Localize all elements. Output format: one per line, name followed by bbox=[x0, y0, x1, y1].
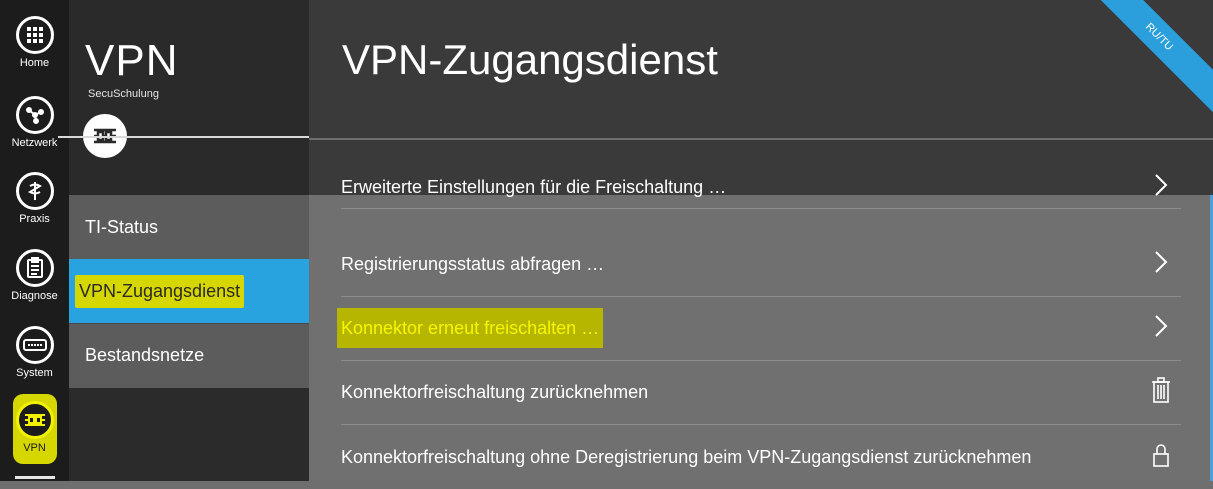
rail-item-diagnose[interactable]: Diagnose bbox=[0, 249, 69, 302]
rail-label: Home bbox=[19, 57, 50, 69]
vpn-icon bbox=[15, 401, 54, 439]
page-title: VPN-Zugangsdienst bbox=[342, 36, 718, 83]
list-item-label: Konnektor erneut freischalten … bbox=[337, 308, 604, 348]
rail-label: VPN bbox=[23, 442, 46, 454]
network-icon bbox=[15, 96, 54, 134]
main-rail: Home Netzwerk Praxis Diagnose System VPN bbox=[0, 0, 69, 481]
rail-item-netzwerk[interactable]: Netzwerk bbox=[0, 96, 69, 149]
section-subtitle: SecuSchulung bbox=[88, 88, 159, 100]
list-item-label: Erweiterte Einstellungen für die Freisch… bbox=[341, 177, 727, 197]
rail-item-home[interactable]: Home bbox=[0, 16, 69, 69]
chevron-right-icon bbox=[1141, 250, 1181, 279]
rail-label: System bbox=[16, 367, 53, 379]
list-item-registrierungsstatus[interactable]: Registrierungsstatus abfragen … bbox=[341, 233, 1181, 297]
main-header: VPN-Zugangsdienst RU/TU bbox=[309, 0, 1213, 195]
action-list: Erweiterte Einstellungen für die Freisch… bbox=[309, 174, 1213, 481]
clipboard-icon bbox=[15, 249, 54, 287]
sub-header: VPN SecuSchulung bbox=[69, 0, 309, 195]
sub-navigation: VPN SecuSchulung TI-Status VPN-Zugangsdi… bbox=[69, 0, 309, 481]
subnav-empty-area bbox=[69, 388, 309, 481]
list-item-label: Konnektorfreischaltung ohne Deregistrier… bbox=[341, 446, 1032, 467]
header-divider bbox=[58, 136, 309, 138]
subnav-item-vpn-zugangsdienst[interactable]: VPN-Zugangsdienst bbox=[69, 259, 309, 323]
list-item-label: Registrierungsstatus abfragen … bbox=[341, 254, 605, 274]
trash-icon[interactable] bbox=[1141, 377, 1181, 408]
corner-ribbon: RU/TU bbox=[1077, 0, 1213, 119]
chevron-right-icon bbox=[1141, 314, 1181, 343]
subnav-label: VPN-Zugangsdienst bbox=[75, 274, 245, 308]
list-item-konnektor-freischalten[interactable]: Konnektor erneut freischalten … bbox=[337, 297, 1181, 361]
subnav-item-bestandsnetze[interactable]: Bestandsnetze bbox=[69, 323, 309, 387]
header-divider bbox=[309, 138, 1213, 140]
subnav-item-ti-status[interactable]: TI-Status bbox=[69, 195, 309, 259]
subnav-label: TI-Status bbox=[85, 216, 159, 237]
rail-item-system[interactable]: System bbox=[0, 326, 69, 379]
rail-label: Netzwerk bbox=[11, 137, 58, 149]
grid-icon bbox=[15, 16, 54, 54]
server-icon bbox=[15, 326, 54, 364]
section-title: VPN bbox=[85, 36, 179, 85]
rail-divider bbox=[15, 476, 55, 479]
rail-item-vpn[interactable]: VPN bbox=[0, 401, 69, 454]
rail-item-praxis[interactable]: Praxis bbox=[0, 172, 69, 225]
lock-icon[interactable] bbox=[1141, 442, 1181, 473]
list-item-freischaltung-ohne-deregistrierung[interactable]: Konnektorfreischaltung ohne Deregistrier… bbox=[341, 425, 1181, 489]
list-item-erweiterte-einstellungen[interactable]: Erweiterte Einstellungen für die Freisch… bbox=[341, 167, 1181, 209]
chevron-right-icon bbox=[1141, 173, 1181, 202]
rail-label: Praxis bbox=[19, 213, 50, 225]
subnav-label: Bestandsnetze bbox=[85, 345, 205, 365]
list-item-freischaltung-zuruecknehmen[interactable]: Konnektorfreischaltung zurücknehmen bbox=[341, 361, 1181, 425]
list-item-label: Konnektorfreischaltung zurücknehmen bbox=[341, 382, 649, 402]
rail-label: Diagnose bbox=[11, 290, 58, 302]
caduceus-icon bbox=[15, 172, 54, 210]
